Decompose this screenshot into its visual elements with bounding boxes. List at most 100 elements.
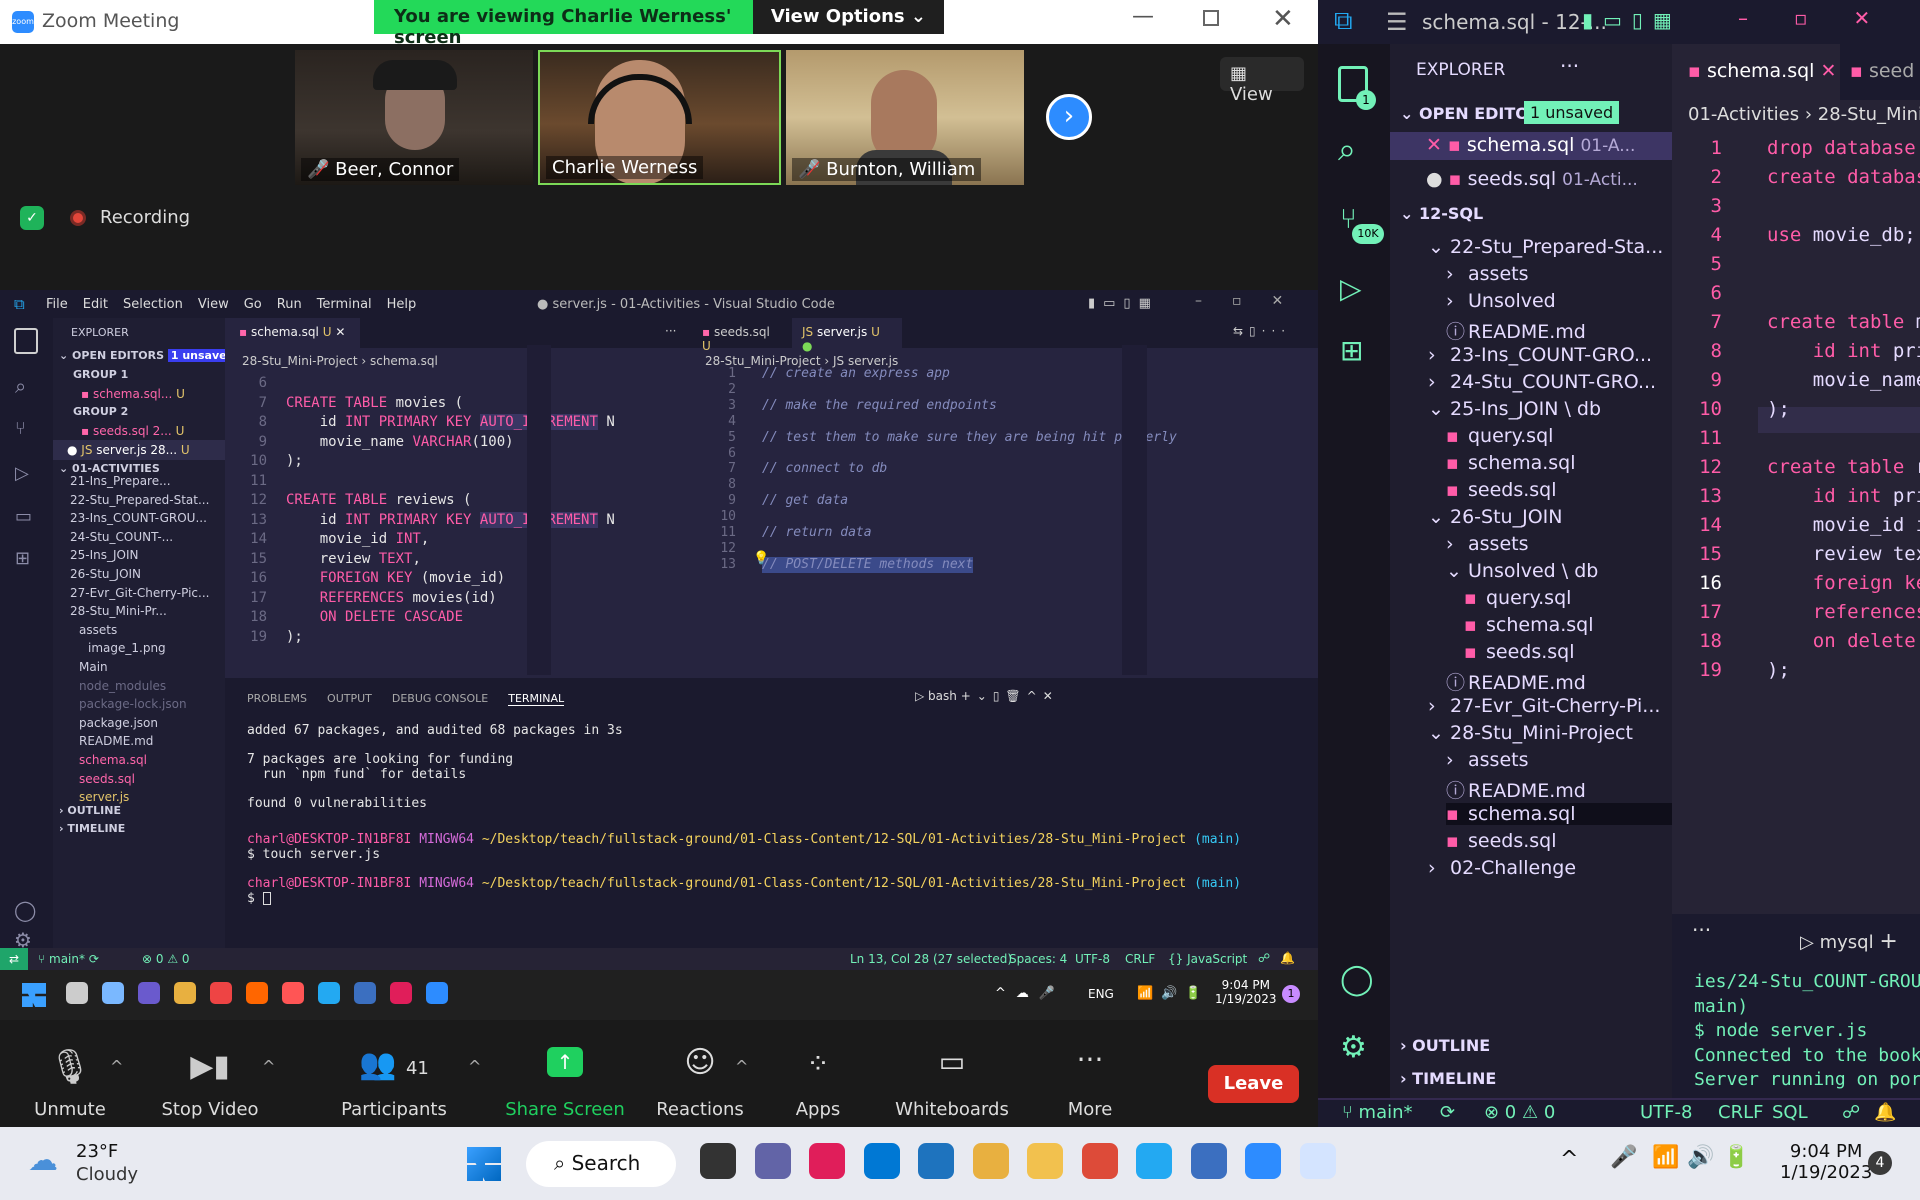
tree-item[interactable]: 27-Evr_Git-Cherry-Pic... bbox=[70, 586, 209, 600]
account-icon[interactable]: ◯ bbox=[14, 898, 36, 922]
tree-item[interactable]: 25-Ins_JOIN bbox=[70, 548, 139, 562]
open-editor-item[interactable]: ▪ schema.sql... U bbox=[81, 387, 185, 401]
terminal-shell-picker[interactable]: ▷ mysql + bbox=[1800, 929, 1898, 954]
task-view-icon[interactable] bbox=[700, 1143, 736, 1179]
tab-problems[interactable]: PROBLEMS bbox=[247, 692, 307, 706]
indentation[interactable]: Spaces: 4 bbox=[1009, 952, 1067, 966]
microphone-icon[interactable]: 🎤 bbox=[1610, 1145, 1637, 1170]
tree-item[interactable]: ▪ seeds.sql bbox=[1446, 479, 1557, 501]
tree-item[interactable]: Main bbox=[79, 660, 108, 674]
weather-temp[interactable]: 23°F bbox=[76, 1141, 118, 1162]
open-editors-header[interactable]: ⌄ OPEN EDITORS 1 unsaved bbox=[59, 349, 238, 362]
tree-item[interactable]: seeds.sql bbox=[79, 772, 135, 786]
file-explorer-icon[interactable] bbox=[1027, 1143, 1063, 1179]
close-icon[interactable]: ✕ bbox=[1821, 60, 1837, 82]
search-box[interactable]: ⌕ Search bbox=[526, 1141, 676, 1187]
open-editor-item-active[interactable]: ● JS server.js 28... U bbox=[53, 440, 225, 460]
tree-item[interactable]: ▪ schema.sql bbox=[1446, 803, 1672, 825]
shield-check-icon[interactable]: ✓ bbox=[20, 206, 44, 230]
tree-item[interactable]: package.json bbox=[79, 716, 158, 730]
tree-item[interactable]: node_modules bbox=[79, 679, 166, 693]
show-hidden-icons-icon[interactable]: ^ bbox=[1560, 1147, 1578, 1172]
audio-options-caret-icon[interactable]: ^ bbox=[110, 1057, 123, 1076]
tab-schema-sql[interactable]: ▪ schema.sql ✕ bbox=[1672, 44, 1840, 100]
terminal-input[interactable]: $ bbox=[247, 891, 271, 907]
l-app-icon[interactable] bbox=[918, 1143, 954, 1179]
layout-toggle-icons[interactable]: ▮▭▯▦ bbox=[1582, 8, 1682, 32]
minimap[interactable] bbox=[1122, 345, 1147, 675]
run-debug-icon[interactable]: ▷ bbox=[1340, 272, 1362, 305]
stop-video-button[interactable]: ▶▮ Stop Video bbox=[150, 1027, 270, 1127]
search-icon[interactable]: ⌕ bbox=[1338, 130, 1356, 169]
participants-caret-icon[interactable]: ^ bbox=[468, 1057, 481, 1076]
problems-indicator[interactable]: ⊗ 0 ⚠ 0 bbox=[1484, 1102, 1555, 1123]
notifications-icon[interactable]: ☍🔔 bbox=[1258, 951, 1305, 965]
tree-item[interactable]: 26-Stu_JOIN bbox=[70, 567, 141, 581]
zoom-icon[interactable] bbox=[1245, 1143, 1281, 1179]
system-tray-icons[interactable]: ^☁🎤 bbox=[995, 986, 1065, 1001]
tree-item[interactable]: › assets bbox=[1446, 263, 1528, 285]
window-controls[interactable]: –▫✕ bbox=[1195, 293, 1313, 309]
clock[interactable]: 9:04 PM 1/19/2023 bbox=[1780, 1141, 1872, 1183]
encoding[interactable]: UTF-8 bbox=[1075, 952, 1110, 966]
branch-indicator[interactable]: ⑂ main* bbox=[1342, 1102, 1413, 1123]
chrome-icon[interactable] bbox=[1081, 1143, 1118, 1179]
teams-icon[interactable] bbox=[754, 1143, 791, 1179]
close-icon[interactable]: ✕ bbox=[1272, 4, 1294, 34]
extensions-icon[interactable]: ⊞ bbox=[1340, 334, 1363, 367]
tree-item[interactable]: 21-Ins_Prepare... bbox=[70, 474, 171, 488]
game-app-icon[interactable] bbox=[972, 1143, 1009, 1179]
minimap[interactable] bbox=[527, 345, 551, 675]
snipping-tool-icon[interactable] bbox=[1299, 1143, 1336, 1179]
tree-item[interactable]: ⓘ README.md bbox=[1446, 776, 1586, 803]
problems-indicator[interactable]: ⊗ 0 ⚠ 0 bbox=[142, 952, 190, 966]
close-icon[interactable]: ✕ bbox=[335, 325, 345, 339]
tab-debug-console[interactable]: DEBUG CONSOLE bbox=[392, 692, 488, 706]
sync-icon[interactable]: ⟳ bbox=[1440, 1102, 1455, 1123]
next-page-arrow-icon[interactable]: › bbox=[1046, 94, 1092, 140]
tab-schema-sql[interactable]: ▪ schema.sql U ✕ bbox=[225, 318, 360, 348]
participant-tile-active[interactable]: Charlie Werness bbox=[538, 50, 781, 185]
source-control-icon[interactable]: ⑂ bbox=[15, 418, 26, 439]
tab-seeds-sql[interactable]: ▪ seeds.sql U bbox=[688, 318, 792, 353]
timeline-section[interactable]: › TIMELINE bbox=[59, 822, 125, 835]
code-area[interactable]: drop database i create database use movie… bbox=[1767, 134, 1920, 685]
run-debug-icon[interactable]: ▷ bbox=[15, 463, 29, 484]
terminal-output[interactable]: added 67 packages, and audited 68 packag… bbox=[247, 723, 623, 826]
tree-item[interactable]: 23-Ins_COUNT-GROU... bbox=[70, 511, 207, 525]
leave-button[interactable]: Leave bbox=[1208, 1065, 1299, 1103]
tree-item[interactable]: 24-Stu_COUNT-... bbox=[70, 530, 173, 544]
language-mode[interactable]: SQL bbox=[1772, 1102, 1808, 1123]
code-area[interactable]: CREATE TABLE movies ( id INT PRIMARY KEY… bbox=[286, 374, 615, 647]
tree-item[interactable]: ▪ query.sql bbox=[1446, 425, 1553, 447]
notifications-icon[interactable]: ☍🔔 bbox=[1842, 1102, 1911, 1123]
clock[interactable]: 9:04 PM 1/19/2023 bbox=[1215, 978, 1277, 1006]
tree-item[interactable]: 28-Stu_Mini-Pr... bbox=[70, 604, 167, 618]
participant-tile[interactable]: 🎤̸ Burnton, William bbox=[786, 50, 1024, 185]
unmute-button[interactable]: 🎙 Unmute bbox=[20, 1027, 120, 1127]
tree-item[interactable]: README.md bbox=[79, 734, 153, 748]
more-actions-icon[interactable]: ··· bbox=[1560, 54, 1579, 78]
breadcrumb[interactable]: 28-Stu_Mini-Project › schema.sql bbox=[242, 354, 438, 368]
menu-item-terminal[interactable]: Terminal bbox=[317, 297, 372, 312]
participant-tile[interactable]: 🎤̸ Beer, Connor bbox=[295, 50, 533, 185]
open-editor-item-active[interactable]: ✕ ▪ schema.sql 01-A... bbox=[1390, 132, 1672, 160]
cursor-position[interactable]: Ln 13, Col 28 (27 selected) bbox=[850, 952, 1012, 966]
more-button[interactable]: ··· More bbox=[1050, 1027, 1130, 1127]
tab-terminal[interactable]: TERMINAL bbox=[508, 692, 565, 706]
menu-item-run[interactable]: Run bbox=[277, 297, 302, 312]
language-mode[interactable]: {} JavaScript bbox=[1168, 952, 1247, 966]
tree-item[interactable]: ▪ query.sql bbox=[1464, 587, 1571, 609]
menu-hamburger-icon[interactable]: ☰ bbox=[1386, 8, 1408, 36]
remote-explorer-icon[interactable]: ▭ bbox=[15, 506, 32, 527]
branch-indicator[interactable]: ⑂ main* ⟳ bbox=[38, 952, 99, 966]
tree-item[interactable]: 22-Stu_Prepared-Stat... bbox=[70, 493, 209, 507]
tree-item[interactable]: › 27-Evr_Git-Cherry-Pi... bbox=[1428, 695, 1660, 717]
network-volume-battery-icons[interactable]: 📶🔊🔋 bbox=[1137, 986, 1210, 1001]
tree-item[interactable]: › 24-Stu_COUNT-GRO... bbox=[1428, 371, 1656, 393]
tree-item[interactable]: ⓘ README.md bbox=[1446, 668, 1586, 695]
tree-item[interactable]: › 23-Ins_COUNT-GRO... bbox=[1428, 344, 1652, 366]
explorer-icon[interactable] bbox=[14, 328, 38, 354]
reactions-button[interactable]: ☺ Reactions bbox=[640, 1027, 760, 1127]
menu-item-view[interactable]: View bbox=[198, 297, 229, 312]
